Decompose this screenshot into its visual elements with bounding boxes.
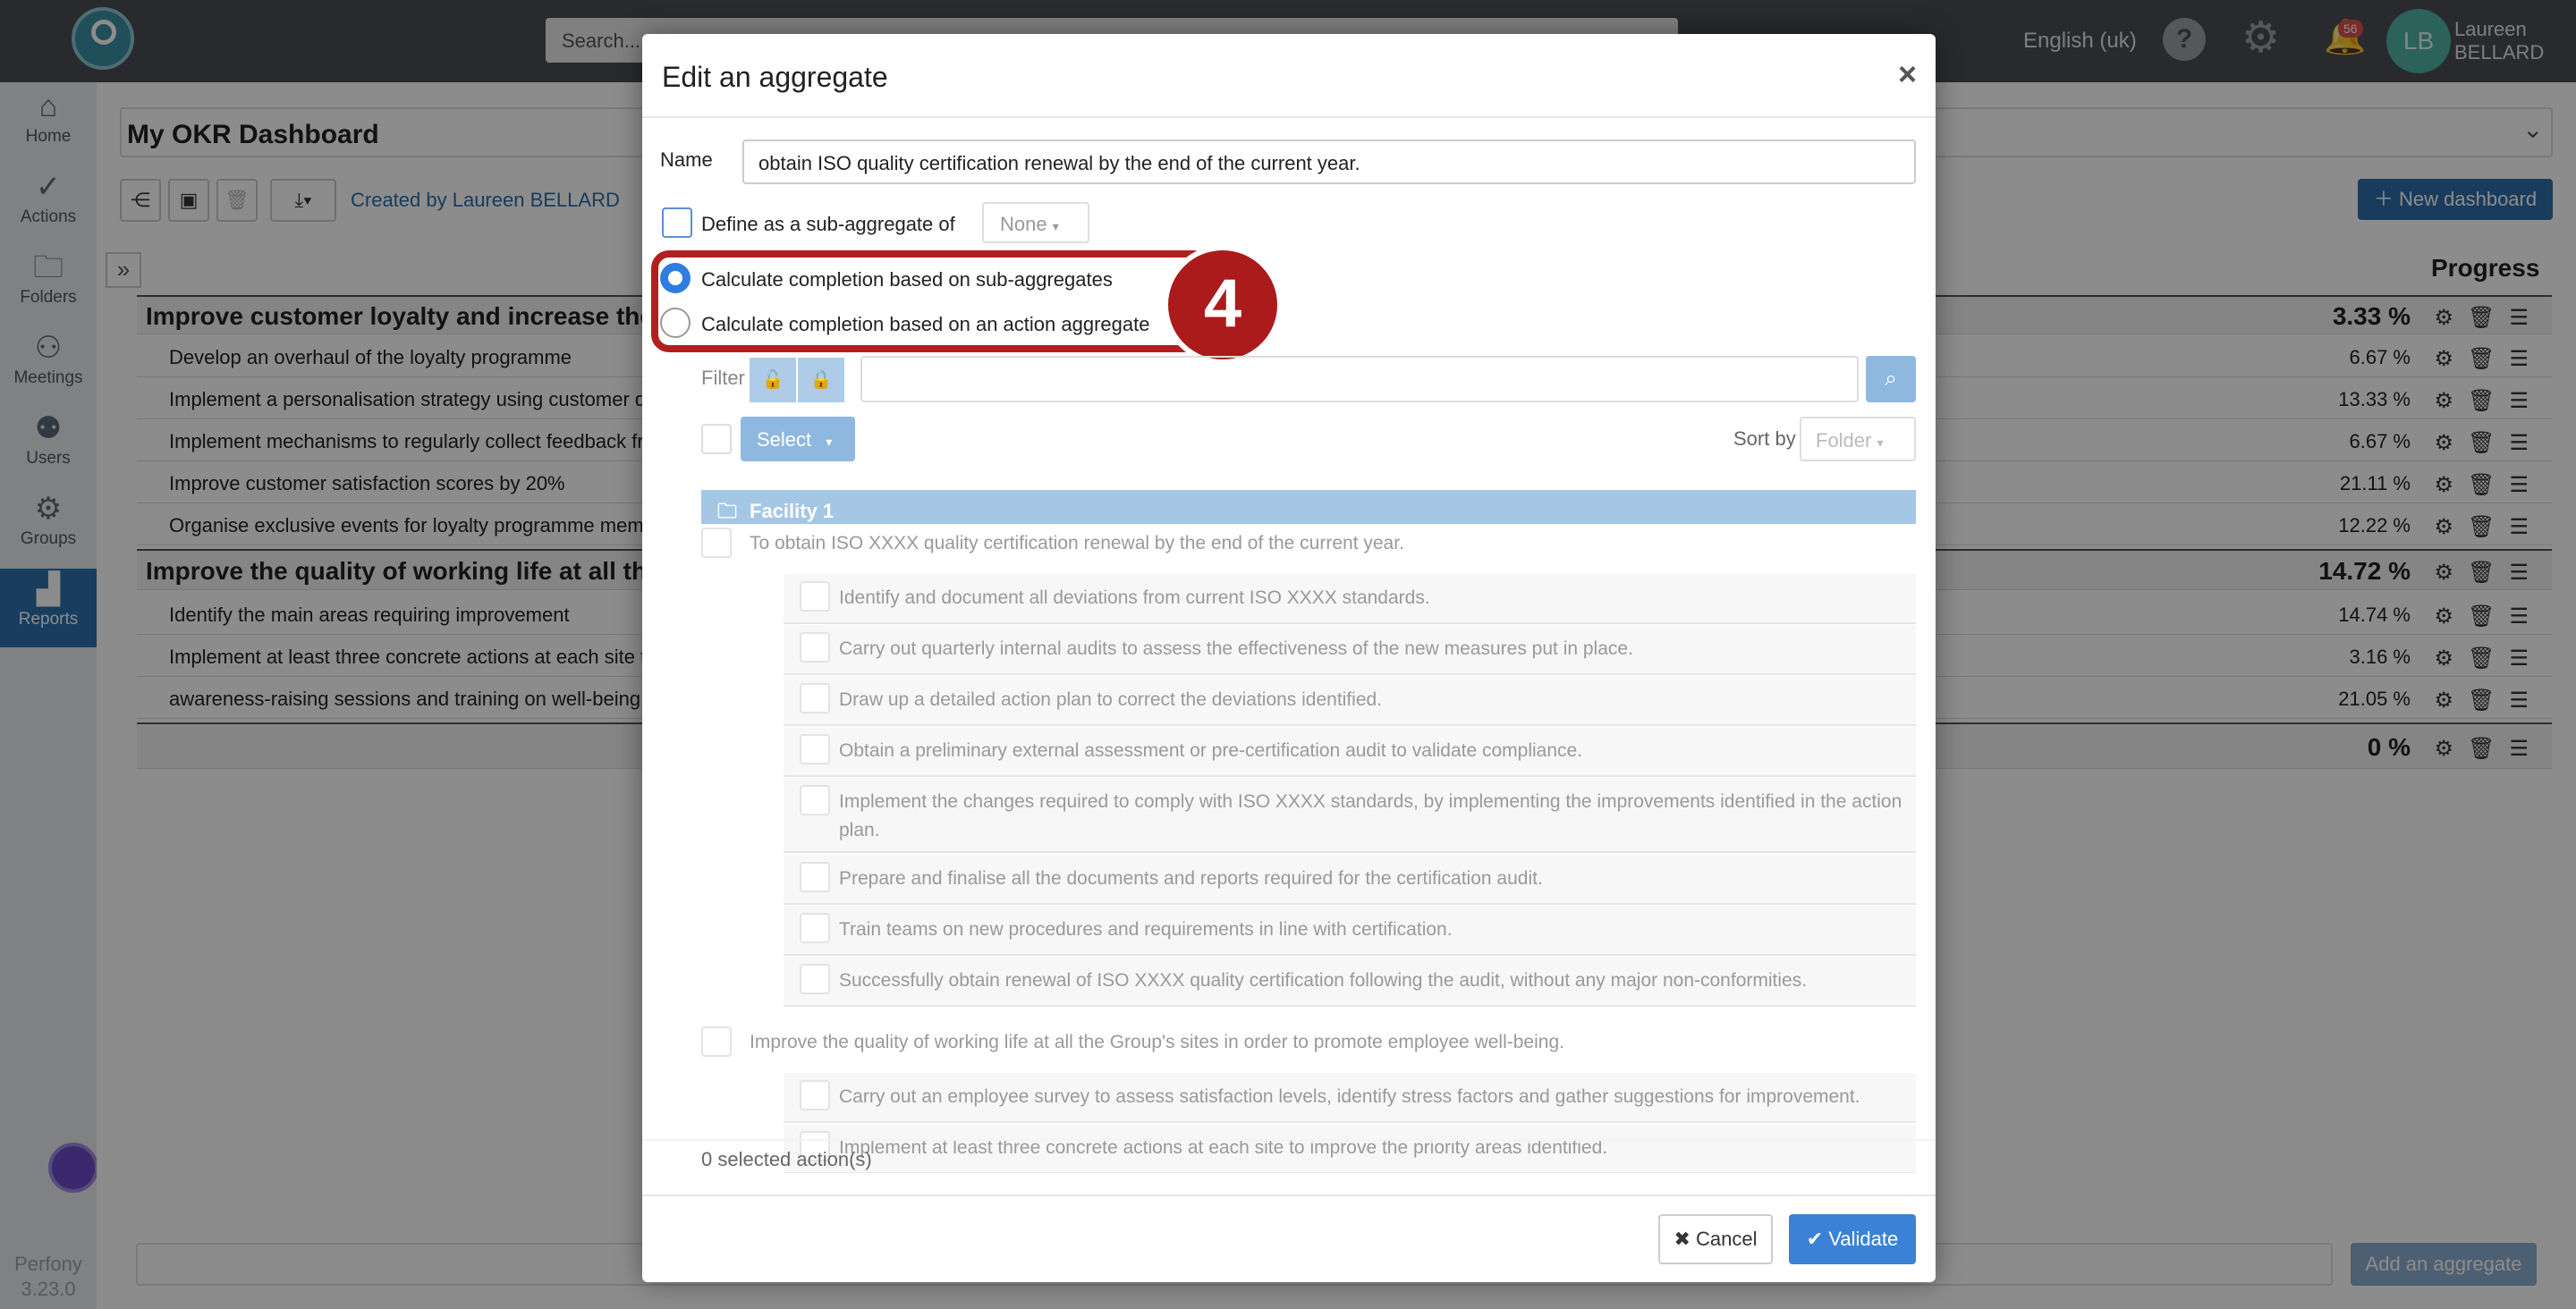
- lock-icon: 🔒: [809, 370, 833, 390]
- unlock-icon: 🔓: [761, 370, 784, 390]
- action-checkbox[interactable]: [800, 1080, 830, 1111]
- select-label: Select: [757, 428, 812, 451]
- modal-footer-divider: [642, 1195, 1936, 1196]
- parent-aggregate-value: None: [1000, 213, 1047, 235]
- parent-aggregate-select[interactable]: None ▾: [982, 202, 1089, 243]
- action-text: Carry out quarterly internal audits to a…: [839, 638, 1633, 659]
- name-label: Name: [660, 148, 713, 171]
- sort-by-select[interactable]: Folder ▾: [1800, 417, 1916, 461]
- search-icon: ⌕: [1885, 367, 1897, 391]
- sub-aggregate-label: Define as a sub-aggregate of: [701, 213, 955, 235]
- action-text: Implement the changes required to comply…: [839, 791, 1902, 840]
- action-text: Identify and document all deviations fro…: [839, 587, 1430, 608]
- lock-filter-button[interactable]: 🔒: [798, 358, 844, 402]
- close-icon[interactable]: ×: [1898, 55, 1917, 93]
- action-checkbox[interactable]: [800, 913, 830, 943]
- action-text: Carry out an employee survey to assess s…: [839, 1086, 1860, 1107]
- action-text: Improve the quality of working life at a…: [750, 1032, 1564, 1052]
- action-checkbox[interactable]: [800, 581, 830, 612]
- sort-by-label: Sort by: [1733, 427, 1796, 450]
- list-divider: [642, 1139, 1936, 1141]
- action-item[interactable]: Prepare and finalise all the documents a…: [784, 855, 1916, 905]
- action-text: Implement at least three concrete action…: [839, 1137, 1608, 1158]
- validate-button[interactable]: ✔ Validate: [1789, 1214, 1916, 1264]
- modal-header-divider: [642, 116, 1936, 118]
- action-checkbox[interactable]: [800, 862, 830, 892]
- action-checkbox[interactable]: [800, 632, 830, 663]
- highlight-box: [651, 250, 1211, 352]
- action-group-item[interactable]: To obtain ISO XXXX quality certification…: [701, 524, 1916, 563]
- action-group-item[interactable]: Improve the quality of working life at a…: [701, 1023, 1916, 1062]
- caret-down-icon: ▾: [826, 435, 833, 449]
- check-icon: ✔: [1806, 1228, 1824, 1250]
- caret-down-icon: ▾: [1052, 219, 1059, 233]
- name-input[interactable]: obtain ISO quality certification renewal…: [742, 139, 1916, 184]
- action-item[interactable]: Draw up a detailed action plan to correc…: [784, 676, 1916, 726]
- action-checkbox[interactable]: [701, 1026, 732, 1057]
- action-list: To obtain ISO XXXX quality certification…: [701, 524, 1916, 1173]
- action-item[interactable]: Obtain a preliminary external assessment…: [784, 727, 1916, 777]
- radio-action-aggregate-label[interactable]: Calculate completion based on an action …: [701, 313, 1149, 336]
- action-checkbox[interactable]: [800, 964, 830, 994]
- action-text: Prepare and finalise all the documents a…: [839, 868, 1543, 889]
- action-item[interactable]: Train teams on new procedures and requir…: [784, 906, 1916, 956]
- radio-action-aggregate[interactable]: [660, 308, 691, 338]
- folder-icon: 🗀: [717, 500, 738, 522]
- action-item[interactable]: Implement at least three concrete action…: [784, 1124, 1916, 1173]
- cancel-label: Cancel: [1696, 1228, 1758, 1250]
- action-item[interactable]: Implement the changes required to comply…: [784, 778, 1916, 853]
- radio-sub-aggregates-label[interactable]: Calculate completion based on sub-aggreg…: [701, 268, 1113, 291]
- filter-input[interactable]: [860, 356, 1859, 402]
- selected-count: 0 selected action(s): [701, 1148, 872, 1170]
- modal-title: Edit an aggregate: [662, 61, 888, 93]
- step-number-badge: 4: [1163, 245, 1283, 365]
- action-text: Train teams on new procedures and requir…: [839, 919, 1453, 940]
- action-checkbox[interactable]: [800, 734, 830, 764]
- unlock-filter-button[interactable]: 🔓: [750, 358, 796, 402]
- cancel-button[interactable]: ✖ Cancel: [1658, 1214, 1773, 1264]
- validate-label: Validate: [1828, 1228, 1899, 1250]
- action-checkbox[interactable]: [800, 683, 830, 714]
- folder-group-header[interactable]: 🗀 Facility 1: [701, 490, 1916, 524]
- sub-aggregate-checkbox[interactable]: [662, 207, 692, 238]
- search-button[interactable]: ⌕: [1866, 356, 1916, 402]
- caret-down-icon: ▾: [1877, 435, 1884, 450]
- action-item[interactable]: Identify and document all deviations fro…: [784, 574, 1916, 624]
- action-item[interactable]: Carry out quarterly internal audits to a…: [784, 625, 1916, 675]
- select-dropdown-button[interactable]: Select ▾: [741, 417, 855, 461]
- action-item[interactable]: Successfully obtain renewal of ISO XXXX …: [784, 957, 1916, 1007]
- sort-by-value: Folder: [1816, 429, 1872, 452]
- radio-sub-aggregates[interactable]: [660, 263, 691, 293]
- select-all-checkbox[interactable]: [701, 424, 732, 454]
- action-item[interactable]: Carry out an employee survey to assess s…: [784, 1073, 1916, 1123]
- action-checkbox[interactable]: [800, 785, 830, 815]
- action-text: Draw up a detailed action plan to correc…: [839, 689, 1383, 710]
- action-text: Obtain a preliminary external assessment…: [839, 740, 1583, 761]
- filter-label: Filter: [701, 367, 745, 389]
- action-checkbox[interactable]: [701, 528, 732, 558]
- action-text: Successfully obtain renewal of ISO XXXX …: [839, 970, 1808, 991]
- action-text: To obtain ISO XXXX quality certification…: [750, 533, 1404, 553]
- edit-aggregate-modal: Edit an aggregate × Name obtain ISO qual…: [642, 34, 1936, 1282]
- folder-group-label: Facility 1: [750, 500, 835, 522]
- x-icon: ✖: [1674, 1228, 1690, 1250]
